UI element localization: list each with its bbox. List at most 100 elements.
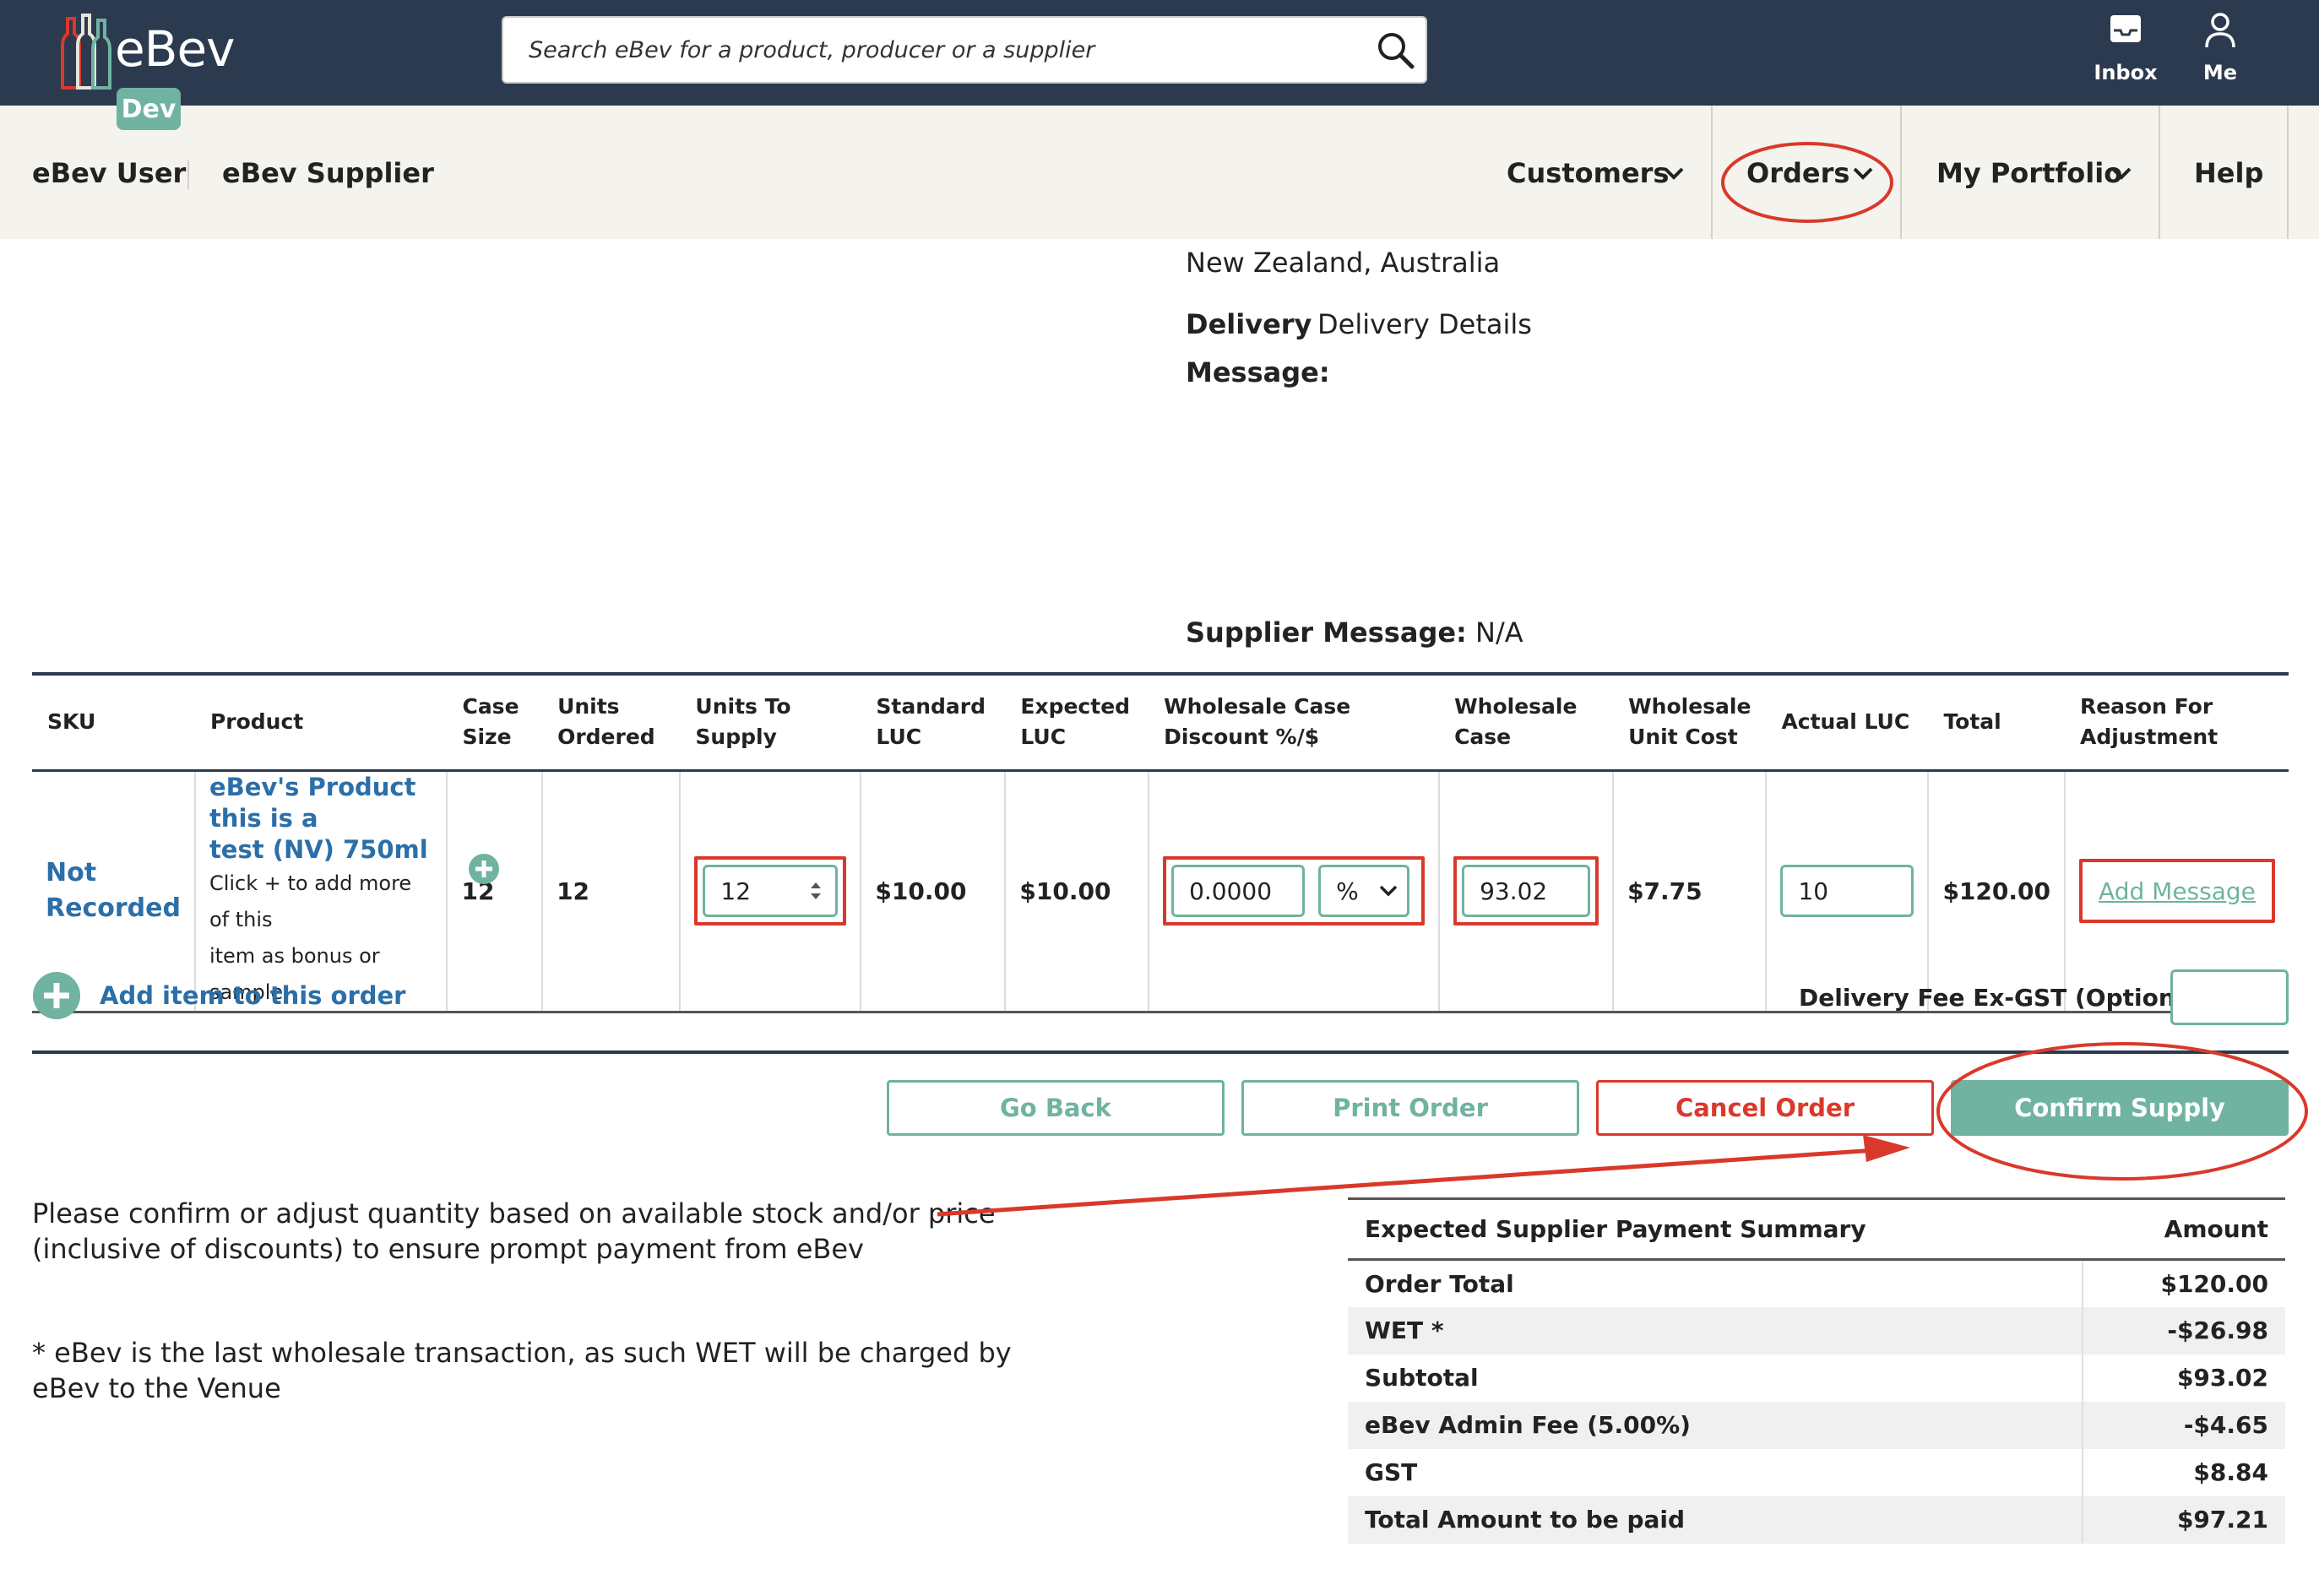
table-row: Not Recorded eBev's Product this is a te…: [32, 770, 2289, 1012]
col-wholesale-case-l2: Case: [1454, 725, 1512, 750]
unit-cost-cell: $7.75: [1612, 770, 1767, 1012]
summary-header-row: Expected Supplier Payment Summary Amount: [1348, 1198, 2285, 1260]
chevron-down-icon[interactable]: [1851, 166, 1875, 182]
search-input[interactable]: [503, 18, 1348, 82]
plus-circle-icon[interactable]: [32, 971, 81, 1020]
me-button[interactable]: Me: [2174, 10, 2267, 95]
summary-label: Subtotal: [1365, 1364, 1479, 1392]
chevron-down-icon: [1379, 885, 1398, 897]
payment-summary-table: Expected Supplier Payment Summary Amount…: [1348, 1197, 2285, 1544]
col-reason-l1: Reason For: [2079, 694, 2213, 719]
summary-amount: -$26.98: [2082, 1306, 2285, 1354]
actual-luc-cell: 10: [1765, 770, 1929, 1012]
summary-row: Subtotal $93.02: [1348, 1354, 2285, 1402]
plus-circle-icon[interactable]: [468, 853, 500, 885]
summary-title: Expected Supplier Payment Summary: [1365, 1215, 1866, 1243]
supplier-message: Supplier Message: N/A: [1186, 616, 1523, 649]
nav-orders-label: Orders: [1746, 157, 1850, 189]
confirm-note-line-1: Please confirm or adjust quantity based …: [32, 1197, 996, 1230]
highlight-box: 0.0000 %: [1163, 856, 1426, 926]
col-actual-luc: Actual LUC: [1781, 709, 1910, 735]
discount-type-value: %: [1336, 877, 1359, 905]
col-expected-luc: Expected LUC: [1005, 674, 1149, 770]
section-divider: [32, 1050, 2289, 1054]
nav-divider: [1900, 106, 1902, 239]
col-units-supply-l1: Units To: [695, 694, 791, 719]
col-reason: Reason For Adjustment: [2065, 674, 2289, 770]
highlight-box: Add Message: [2078, 859, 2275, 923]
col-units-ordered: Units Ordered: [542, 674, 680, 770]
spinner-arrows-icon[interactable]: [808, 878, 823, 904]
summary-label: Order Total: [1365, 1269, 1514, 1298]
bottles-logo-icon: [61, 14, 111, 90]
table-header-row: SKU Product Case Size Units Ordered Units …: [32, 674, 2289, 770]
user-icon: [2205, 13, 2235, 48]
col-wholesale-case: Wholesale Case: [1439, 674, 1613, 770]
supplier-message-label: Supplier Message:: [1186, 616, 1467, 649]
product-cell: eBev's Product this is a test (NV) 750ml…: [193, 770, 499, 1012]
print-order-button[interactable]: Print Order: [1241, 1080, 1579, 1136]
discount-type-select[interactable]: %: [1318, 865, 1410, 917]
inbox-button[interactable]: Inbox: [2079, 10, 2172, 95]
product-name-line-2: test (NV) 750ml: [209, 834, 428, 864]
delivery-region: New Zealand, Australia: [1186, 247, 1501, 279]
summary-label: GST: [1365, 1458, 1418, 1486]
env-badge: Dev: [117, 88, 181, 130]
nav-divider: [1711, 106, 1713, 239]
col-case-size: Case Size: [447, 674, 542, 770]
nav-divider: [2287, 106, 2289, 239]
units-to-supply-input[interactable]: 12: [703, 865, 839, 917]
summary-amount: -$4.65: [2082, 1401, 2285, 1449]
col-discount-l2: Discount %/$: [1164, 725, 1320, 750]
app-logo[interactable]: eBev: [115, 20, 235, 78]
units-ordered-cell: 12: [541, 770, 681, 1012]
col-unit-cost-l1: Wholesale: [1628, 694, 1751, 719]
company-name[interactable]: eBev Supplier: [222, 157, 434, 189]
col-reason-l2: Adjustment: [2079, 725, 2219, 750]
user-name[interactable]: eBev User: [32, 157, 186, 189]
delivery-label: Delivery: [1186, 308, 1312, 340]
confirm-note: Please confirm or adjust quantity based …: [32, 1196, 996, 1267]
col-standard-luc-l2: LUC: [876, 725, 922, 750]
summary-label: eBev Admin Fee (5.00%): [1348, 1401, 2083, 1449]
summary-amount-header: Amount: [2164, 1215, 2268, 1243]
wet-note: * eBev is the last wholesale transaction…: [32, 1335, 1012, 1406]
nav-customers[interactable]: Customers: [1507, 157, 1669, 189]
units-to-supply-cell: 12: [679, 770, 861, 1012]
wholesale-case-input[interactable]: 93.02: [1462, 865, 1591, 917]
add-item-link[interactable]: Add item to this order: [100, 981, 406, 1010]
summary-row: Total Amount to be paid $97.21: [1348, 1496, 2285, 1544]
col-case-size-l2: Size: [462, 725, 512, 750]
sku-link[interactable]: Not Recorded: [46, 855, 181, 926]
summary-label: Total Amount to be paid: [1348, 1496, 2083, 1544]
summary-amount: $93.02: [2082, 1354, 2285, 1402]
summary-amount: $97.21: [2082, 1496, 2285, 1544]
wet-note-line-2: eBev to the Venue: [32, 1372, 281, 1404]
nav-portfolio[interactable]: My Portfolio: [1936, 157, 2122, 189]
chevron-down-icon[interactable]: [1662, 166, 1686, 182]
add-message-link[interactable]: Add Message: [2099, 877, 2256, 905]
wholesale-case-cell: 93.02: [1438, 770, 1614, 1012]
cancel-order-button[interactable]: Cancel Order: [1596, 1080, 1934, 1136]
discount-input[interactable]: 0.0000: [1171, 865, 1306, 917]
delivery-fee-label: Delivery Fee Ex-GST (Optional): [1799, 984, 2211, 1012]
nav-portfolio-label: My Portfolio: [1936, 157, 2123, 189]
actual-luc-input[interactable]: 10: [1780, 865, 1914, 917]
product-link[interactable]: eBev's Product this is a test (NV) 750ml: [209, 772, 433, 866]
nav-help[interactable]: Help: [2194, 157, 2263, 189]
highlight-box: 12: [694, 856, 847, 926]
search-icon[interactable]: [1375, 30, 1417, 72]
col-units-to-supply: Units To Supply: [680, 674, 861, 770]
delivery-fee-input[interactable]: [2170, 969, 2289, 1025]
expected-luc-cell: $10.00: [1004, 770, 1149, 1012]
col-units-supply-l2: Supply: [695, 725, 777, 750]
nav-orders[interactable]: Orders: [1746, 157, 1849, 189]
confirm-supply-button[interactable]: Confirm Supply: [1951, 1080, 2289, 1136]
sku-line-1: Not: [46, 858, 97, 888]
col-unit-cost-l2: Unit Cost: [1628, 725, 1738, 750]
summary-row: GST $8.84: [1348, 1448, 2285, 1496]
go-back-button[interactable]: Go Back: [887, 1080, 1225, 1136]
inbox-icon: [2110, 15, 2141, 42]
chevron-down-icon[interactable]: [2110, 166, 2133, 182]
wet-note-line-1: * eBev is the last wholesale transaction…: [32, 1337, 1012, 1369]
